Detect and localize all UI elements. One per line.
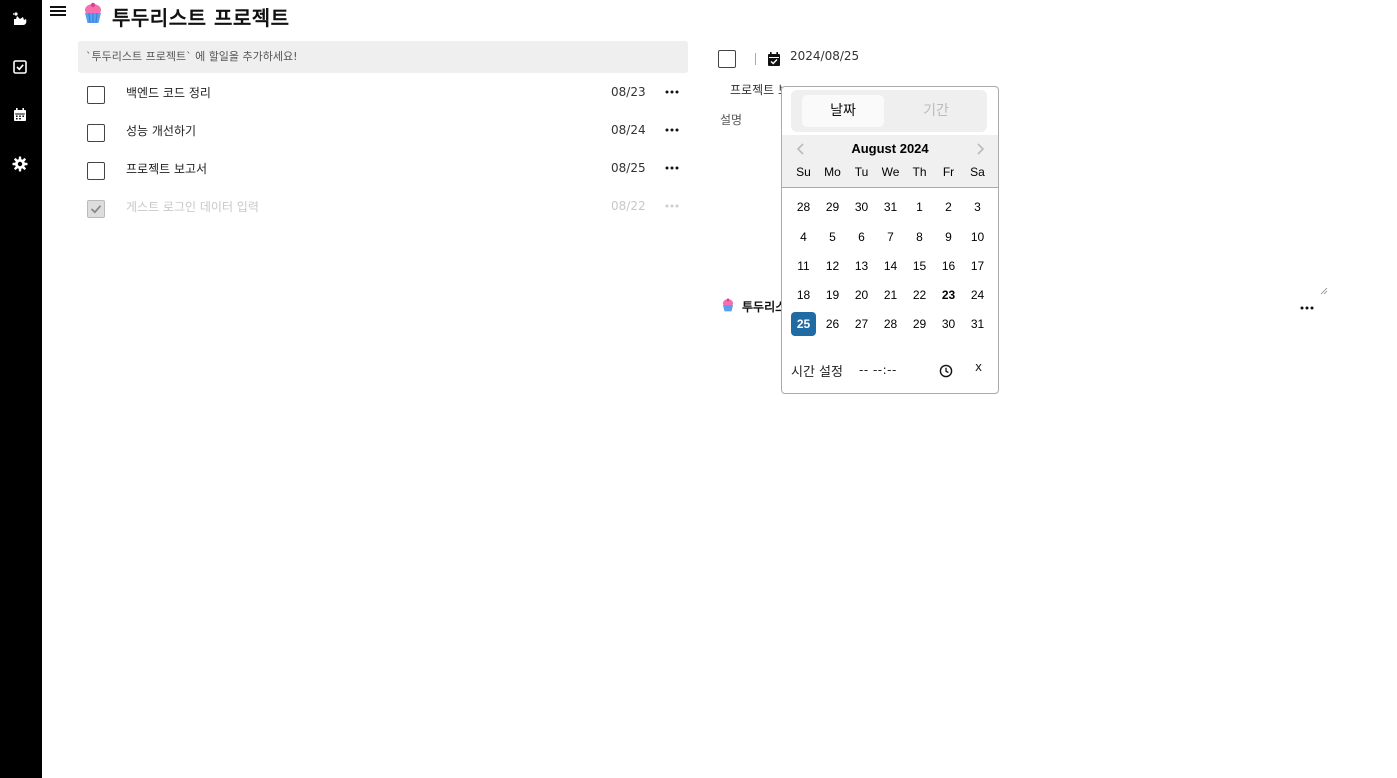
weekday-label: Tu bbox=[854, 165, 869, 179]
detail-project-name[interactable]: 투두리스트 프로젝트 bbox=[742, 298, 782, 315]
calendar-day[interactable]: 18 bbox=[791, 283, 816, 307]
month-label: August 2024 bbox=[851, 141, 929, 156]
todo-date: 08/22 bbox=[611, 199, 646, 213]
todo-checkbox[interactable] bbox=[87, 124, 105, 142]
add-todo-input[interactable]: `투두리스트 프로젝트` 에 할일을 추가하세요! bbox=[78, 41, 688, 73]
calendar-day[interactable]: 3 bbox=[965, 195, 990, 219]
todo-title: 성능 개선하기 bbox=[126, 124, 197, 138]
clear-time-button[interactable]: x bbox=[975, 360, 982, 374]
gear-icon[interactable] bbox=[11, 155, 29, 173]
detail-title[interactable]: 프로젝트 보고서 bbox=[730, 81, 782, 98]
clock-icon[interactable] bbox=[939, 363, 953, 378]
divider bbox=[755, 53, 756, 65]
todo-date: 08/25 bbox=[611, 161, 646, 175]
calendar-day[interactable]: 14 bbox=[878, 254, 903, 278]
calendar-day[interactable]: 6 bbox=[849, 225, 874, 249]
calendar-day[interactable]: 27 bbox=[849, 312, 874, 336]
tab-range[interactable]: 기간 bbox=[895, 95, 977, 127]
calendar-day[interactable]: 28 bbox=[878, 312, 903, 336]
todo-title: 백엔드 코드 정리 bbox=[126, 86, 211, 100]
calendar-day[interactable]: 26 bbox=[820, 312, 845, 336]
detail-due-date[interactable]: 2024/08/25 bbox=[790, 49, 859, 63]
todo-checkbox[interactable] bbox=[87, 200, 105, 218]
calendar-day[interactable]: 12 bbox=[820, 254, 845, 278]
page-title: 투두리스트 프로젝트 bbox=[112, 6, 290, 30]
calendar-day[interactable]: 31 bbox=[878, 195, 903, 219]
calendar-day[interactable]: 22 bbox=[907, 283, 932, 307]
calendar-check-icon[interactable] bbox=[767, 51, 781, 67]
weekday-label: Fr bbox=[942, 165, 955, 179]
calendar-day[interactable]: 29 bbox=[820, 195, 845, 219]
todo-date: 08/24 bbox=[611, 123, 646, 137]
description-label[interactable]: 설명 bbox=[720, 111, 742, 128]
calendar-day[interactable]: 20 bbox=[849, 283, 874, 307]
calendar-day[interactable]: 1 bbox=[907, 195, 932, 219]
more-icon[interactable] bbox=[662, 197, 682, 215]
detail-checkbox[interactable] bbox=[718, 50, 736, 68]
hamburger-icon[interactable] bbox=[50, 4, 66, 20]
calendar-day[interactable]: 24 bbox=[965, 283, 990, 307]
calendar-day[interactable]: 15 bbox=[907, 254, 932, 278]
time-input[interactable]: -- --:-- bbox=[859, 363, 897, 377]
calendar-header: August 2024 Su Mo Tu We Th Fr Sa bbox=[782, 135, 998, 188]
calendar-day[interactable]: 25 bbox=[791, 312, 816, 336]
more-icon[interactable] bbox=[662, 121, 682, 139]
todo-row[interactable]: 게스트 로그인 데이터 입력 08/22 bbox=[78, 197, 688, 235]
chevron-right-icon[interactable] bbox=[972, 141, 988, 157]
more-icon[interactable] bbox=[1298, 300, 1316, 314]
calendar-day[interactable]: 30 bbox=[936, 312, 961, 336]
calendar-day[interactable]: 28 bbox=[791, 195, 816, 219]
calendar-day[interactable]: 4 bbox=[791, 225, 816, 249]
calendar-icon[interactable] bbox=[11, 106, 29, 124]
time-setting-label: 시간 설정 bbox=[791, 365, 843, 380]
todo-row[interactable]: 백엔드 코드 정리 08/23 bbox=[78, 83, 688, 121]
more-icon[interactable] bbox=[662, 159, 682, 177]
todo-row[interactable]: 성능 개선하기 08/24 bbox=[78, 121, 688, 159]
calendar-day[interactable]: 10 bbox=[965, 225, 990, 249]
calendar-day[interactable]: 23 bbox=[936, 283, 961, 307]
calendar-day[interactable]: 21 bbox=[878, 283, 903, 307]
weekday-label: We bbox=[881, 165, 900, 179]
weekday-label: Th bbox=[912, 165, 927, 179]
header: 투두리스트 프로젝트 bbox=[42, 0, 1397, 30]
calendar-day[interactable]: 16 bbox=[936, 254, 961, 278]
sidebar bbox=[0, 0, 42, 778]
calendar-day[interactable]: 13 bbox=[849, 254, 874, 278]
calendar-day[interactable]: 17 bbox=[965, 254, 990, 278]
tab-date[interactable]: 날짜 bbox=[802, 95, 884, 127]
textarea-resize-icon[interactable] bbox=[1320, 280, 1328, 295]
cupcake-icon bbox=[82, 1, 104, 25]
calendar-day[interactable]: 30 bbox=[849, 195, 874, 219]
todo-title: 게스트 로그인 데이터 입력 bbox=[126, 200, 259, 214]
calendar-day[interactable]: 31 bbox=[965, 312, 990, 336]
calendar-day[interactable]: 11 bbox=[791, 254, 816, 278]
todo-checkbox[interactable] bbox=[87, 86, 105, 104]
calendar-day[interactable]: 2 bbox=[936, 195, 961, 219]
weekday-label: Sa bbox=[970, 165, 985, 179]
todo-checkbox[interactable] bbox=[87, 162, 105, 180]
calendar-day[interactable]: 5 bbox=[820, 225, 845, 249]
date-mode-tabs: 날짜 기간 bbox=[791, 90, 987, 132]
todo-date: 08/23 bbox=[611, 85, 646, 99]
todo-row[interactable]: 프로젝트 보고서 08/25 bbox=[78, 159, 688, 197]
checkbox-icon[interactable] bbox=[11, 58, 29, 76]
todo-title: 프로젝트 보고서 bbox=[126, 162, 208, 176]
weekday-label: Su bbox=[796, 165, 811, 179]
more-icon[interactable] bbox=[662, 83, 682, 101]
hen-logo-icon[interactable] bbox=[11, 10, 29, 28]
cupcake-icon bbox=[721, 297, 735, 313]
calendar-day[interactable]: 8 bbox=[907, 225, 932, 249]
weekday-label: Mo bbox=[824, 165, 841, 179]
calendar-day[interactable]: 9 bbox=[936, 225, 961, 249]
calendar-day[interactable]: 7 bbox=[878, 225, 903, 249]
calendar-day[interactable]: 19 bbox=[820, 283, 845, 307]
calendar-day[interactable]: 29 bbox=[907, 312, 932, 336]
date-picker-popup: 날짜 기간 August 2024 Su Mo Tu We Th Fr Sa 28 29 30 3… bbox=[781, 86, 999, 394]
